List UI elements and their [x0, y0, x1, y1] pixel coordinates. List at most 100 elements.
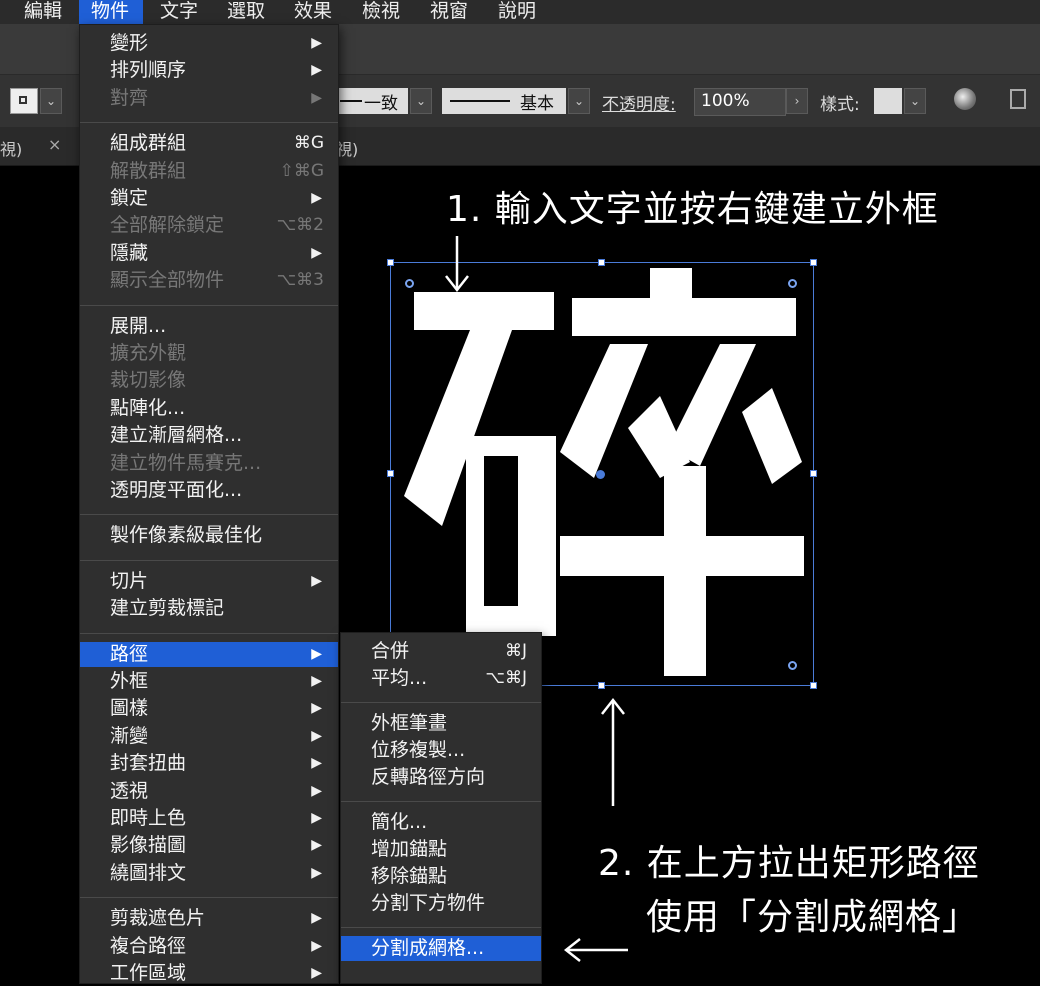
menu-item[interactable]: 增加錨點 [341, 837, 541, 862]
menu-item-label: 圖樣 [110, 697, 149, 720]
menu-item-label: 增加錨點 [371, 838, 448, 860]
menu-item-label: 剪裁遮色片 [110, 907, 206, 930]
menu-item[interactable]: 即時上色 ▶ [80, 806, 338, 831]
menu-item[interactable]: 建立漸層網格... [80, 423, 338, 448]
tab-fragment-mid[interactable]: 視) [336, 136, 358, 160]
menubar-item-2[interactable]: 文字 [148, 0, 212, 24]
fill-dropdown[interactable]: ⌄ [40, 88, 62, 114]
menu-item[interactable]: 展開... [80, 314, 338, 339]
menu-item[interactable]: 排列順序 ▶ [80, 58, 338, 83]
resize-handle-r[interactable] [810, 470, 817, 477]
menu-item[interactable]: 移除錨點 [341, 864, 541, 889]
menu-item[interactable]: 工作區域 ▶ [80, 961, 338, 986]
menu-item[interactable]: 切片 ▶ [80, 569, 338, 594]
menu-item-label: 影像描圖 [110, 834, 187, 857]
menu-item-label: 全部解除鎖定 [110, 214, 225, 237]
stroke-profile-dropdown[interactable]: ⌄ [410, 88, 432, 114]
menu-item-label: 透視 [110, 779, 149, 802]
menu-item[interactable]: 簡化... [341, 810, 541, 835]
menu-item-label: 分割成網格... [371, 937, 485, 959]
resize-handle-tr[interactable] [810, 259, 817, 266]
submenu-arrow-icon: ▶ [311, 965, 322, 981]
menu-item[interactable]: 點陣化... [80, 396, 338, 421]
menu-item[interactable]: 反轉路徑方向 [341, 765, 541, 790]
style-label: 樣式: [820, 95, 860, 115]
submenu-arrow-icon: ▶ [311, 910, 322, 927]
object-menu: 變形 ▶ 排列順序 ▶ 對齊 ▶ 組成群組 ⌘G 解散群組 ⇧⌘G 鎖定 ▶ 全部解除鎖定 ⌥⌘2 隱藏 ▶ 顯… [79, 24, 339, 984]
menu-item: 對齊 ▶ [80, 86, 338, 111]
resize-handle-br[interactable] [810, 682, 817, 689]
recolor-artwork-icon[interactable] [954, 88, 976, 110]
menu-item[interactable]: 剪裁遮色片 ▶ [80, 906, 338, 931]
corner-widget-br[interactable] [788, 661, 797, 670]
submenu-arrow-icon: ▶ [311, 35, 322, 51]
menu-item[interactable]: 變形 ▶ [80, 31, 338, 56]
menu-item[interactable]: 外框筆畫 [341, 711, 541, 736]
brush-field[interactable]: 基本 [442, 88, 566, 114]
menubar-item-7[interactable]: 說明 [486, 0, 550, 24]
menu-item[interactable]: 路徑 ▶ [80, 641, 338, 667]
menu-item[interactable]: 建立剪裁標記 [80, 596, 338, 621]
style-dropdown[interactable]: ⌄ [904, 88, 926, 114]
tab-fragment-left[interactable]: 視) [0, 136, 22, 160]
menu-item[interactable]: 組成群組 ⌘G [80, 131, 338, 156]
menubar-item-6[interactable]: 視窗 [418, 0, 482, 24]
menu-item[interactable]: 透明度平面化... [80, 478, 338, 503]
corner-widget-tl[interactable] [405, 279, 414, 288]
stroke-profile-label: 一致 [364, 94, 398, 114]
resize-handle-tl[interactable] [387, 259, 394, 266]
menu-item[interactable]: 漸變 ▶ [80, 724, 338, 749]
opacity-input[interactable]: 100% [694, 88, 786, 116]
style-swatch[interactable] [874, 88, 902, 114]
menu-item[interactable]: 外框 ▶ [80, 669, 338, 694]
menu-item[interactable]: 透視 ▶ [80, 779, 338, 804]
menu-item[interactable]: 圖樣 ▶ [80, 696, 338, 721]
stroke-profile-field[interactable]: 一致 [338, 88, 408, 114]
menu-item[interactable]: 合併 ⌘J [341, 639, 541, 664]
menu-item-label: 製作像素級最佳化 [110, 524, 263, 547]
menu-item-label: 位移複製... [371, 739, 466, 761]
menubar-item-0[interactable]: 編輯 [12, 0, 75, 24]
submenu-arrow-icon: ▶ [311, 727, 322, 744]
menu-item[interactable]: 鎖定 ▶ [80, 186, 338, 211]
menu-item-label: 切片 [110, 569, 149, 592]
menu-item[interactable]: 位移複製... [341, 738, 541, 763]
menubar-item-4[interactable]: 效果 [282, 0, 346, 24]
menubar-item-3[interactable]: 選取 [215, 0, 279, 24]
menu-separator [80, 632, 338, 634]
menu-item[interactable]: 複合路徑 ▶ [80, 934, 338, 959]
menu-item[interactable]: 製作像素級最佳化 [80, 523, 338, 548]
menubar-item-5[interactable]: 檢視 [350, 0, 414, 24]
menu-item-label: 建立剪裁標記 [110, 597, 225, 620]
menu-item-label: 分割下方物件 [371, 892, 486, 914]
resize-handle-l[interactable] [387, 470, 394, 477]
opacity-stepper[interactable]: › [786, 88, 808, 114]
opacity-label[interactable]: 不透明度: [602, 90, 676, 115]
menu-item-label: 變形 [110, 32, 149, 54]
resize-handle-t[interactable] [598, 259, 605, 266]
menu-item[interactable]: 繞圖排文 ▶ [80, 861, 338, 886]
menu-shortcut: ⌘G [293, 133, 324, 154]
menu-item-label: 建立物件馬賽克... [110, 451, 262, 474]
resize-handle-b[interactable] [598, 682, 605, 689]
menu-item-label: 擴充外觀 [110, 342, 187, 364]
menu-item[interactable]: 影像描圖 ▶ [80, 833, 338, 858]
menu-shortcut: ⌥⌘2 [276, 215, 324, 236]
tab-close-icon[interactable]: × [48, 135, 61, 154]
menu-item-label: 工作區域 [110, 962, 187, 984]
path-submenu: 合併 ⌘J 平均... ⌥⌘J 外框筆畫位移複製... 反轉路徑方向 簡化... 增加錨點移除… [340, 632, 542, 984]
brush-dropdown[interactable]: ⌄ [568, 88, 590, 114]
menu-item[interactable]: 封套扭曲 ▶ [80, 751, 338, 776]
menu-item[interactable]: 分割成網格... [341, 936, 541, 961]
menu-item[interactable]: 隱藏 ▶ [80, 241, 338, 266]
menu-item-label: 平均... [371, 667, 428, 689]
menubar-item-1[interactable]: 物件 [79, 0, 143, 24]
menu-item-label: 展開... [110, 314, 167, 337]
menu-item[interactable]: 平均... ⌥⌘J [341, 666, 541, 691]
menu-item-label: 建立漸層網格... [110, 424, 243, 447]
fill-swatch[interactable] [10, 88, 38, 114]
corner-widget-tr[interactable] [788, 279, 797, 288]
document-setup-icon[interactable] [1010, 89, 1026, 109]
menu-item[interactable]: 分割下方物件 [341, 891, 541, 916]
step2-annotation-line2: 使用「分割成網格」 [646, 897, 980, 938]
